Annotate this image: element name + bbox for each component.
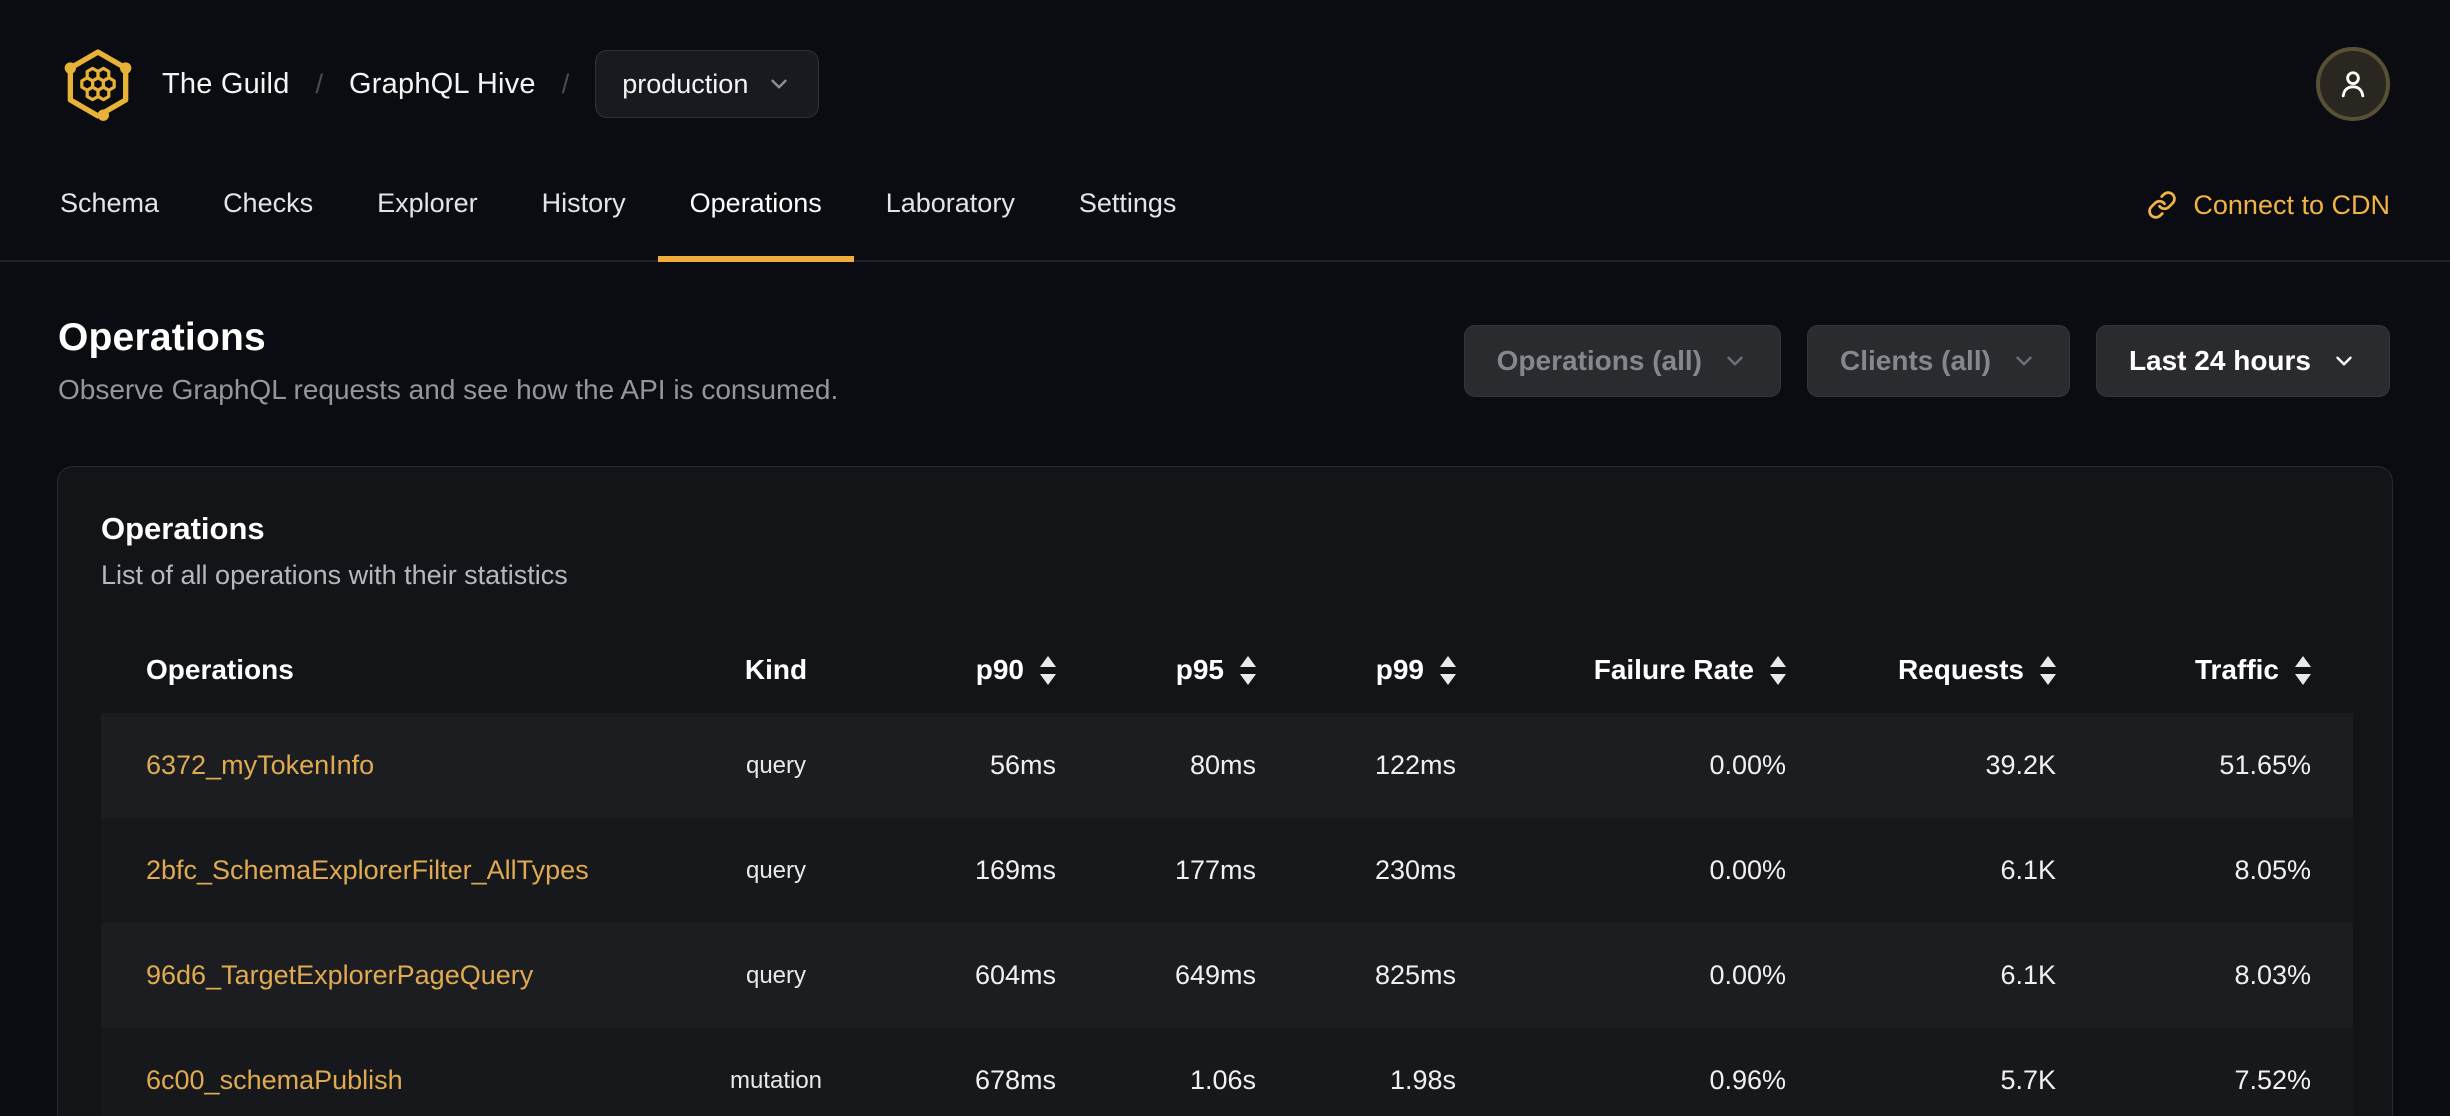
traffic-cell: 7.52% — [2234, 1065, 2311, 1095]
table-row: 2bfc_SchemaExplorerFilter_AllTypes query… — [101, 818, 2353, 923]
kind-cell: mutation — [729, 1066, 823, 1094]
p90-cell: 678ms — [974, 1065, 1056, 1095]
traffic-cell: 8.05% — [2234, 855, 2311, 885]
connect-to-cdn-link[interactable]: Connect to CDN — [2147, 190, 2390, 221]
column-header-p99[interactable]: p99 — [1256, 627, 1456, 713]
card-title: Operations — [101, 511, 265, 546]
sort-arrows-icon[interactable] — [1770, 655, 1786, 685]
sort-arrows-icon[interactable] — [1440, 655, 1456, 685]
operations-card: Operations List of all operations with t… — [57, 466, 2393, 1116]
table-row: 6372_myTokenInfo query 56ms 80ms 122ms 0… — [101, 713, 2353, 818]
tab-laboratory[interactable]: Laboratory — [854, 150, 1047, 262]
operations-filter-dropdown[interactable]: Operations (all) — [1463, 325, 1782, 397]
breadcrumb: The Guild / GraphQL Hive / production — [162, 50, 820, 118]
column-header-requests[interactable]: Requests — [1786, 627, 2056, 713]
target-select[interactable]: production — [595, 50, 820, 118]
column-header-kind: Kind — [744, 654, 808, 685]
page-subtitle: Observe GraphQL requests and see how the… — [58, 374, 839, 405]
chevron-down-icon — [2016, 356, 2032, 366]
breadcrumb-org-link[interactable]: The Guild — [162, 68, 290, 101]
tab-operations[interactable]: Operations — [657, 150, 854, 262]
p99-cell: 1.98s — [1389, 1065, 1456, 1095]
table-row: 6c00_schemaPublish mutation 678ms 1.06s … — [101, 1028, 2353, 1116]
p95-cell: 649ms — [1174, 960, 1256, 990]
sort-arrows-icon[interactable] — [1040, 655, 1056, 685]
p99-cell: 122ms — [1374, 750, 1456, 780]
p90-cell: 56ms — [989, 750, 1056, 780]
filter-bar: Operations (all) Clients (all) Last 24 h… — [1463, 325, 2390, 397]
tab-explorer[interactable]: Explorer — [345, 150, 510, 262]
page-head: Operations Observe GraphQL requests and … — [0, 262, 2450, 406]
breadcrumb-separator: / — [561, 68, 570, 99]
column-header-operations: Operations — [146, 654, 294, 685]
failure-rate-cell: 0.96% — [1709, 1065, 1786, 1095]
column-header-p90[interactable]: p90 — [891, 627, 1056, 713]
hive-logo-icon[interactable] — [60, 46, 136, 122]
column-header-failure-rate[interactable]: Failure Rate — [1456, 627, 1786, 713]
period-filter-dropdown[interactable]: Last 24 hours — [2095, 325, 2390, 397]
clients-filter-dropdown[interactable]: Clients (all) — [1807, 325, 2070, 397]
main-nav: Schema Checks Explorer History Operation… — [0, 150, 2450, 262]
requests-cell: 6.1K — [2000, 855, 2056, 885]
tab-history[interactable]: History — [510, 150, 658, 262]
p95-cell: 1.06s — [1189, 1065, 1256, 1095]
operations-page: Operations Observe GraphQL requests and … — [0, 262, 2450, 1116]
table-header-row: Operations Kind p90 p95 p99 Failure Rate… — [101, 627, 2353, 713]
sort-arrows-icon[interactable] — [2040, 655, 2056, 685]
p90-cell: 604ms — [974, 960, 1056, 990]
tab-checks[interactable]: Checks — [191, 150, 345, 262]
tab-schema[interactable]: Schema — [28, 150, 191, 262]
chevron-down-icon — [1727, 356, 1743, 366]
tab-settings[interactable]: Settings — [1047, 150, 1209, 262]
requests-cell: 6.1K — [2000, 960, 2056, 990]
operations-filter-label: Operations (all) — [1496, 345, 1703, 376]
user-menu-button[interactable] — [2316, 47, 2390, 121]
traffic-cell: 8.03% — [2234, 960, 2311, 990]
breadcrumb-project-link[interactable]: GraphQL Hive — [349, 68, 536, 101]
failure-rate-cell: 0.00% — [1709, 855, 1786, 885]
kind-cell: query — [745, 751, 807, 779]
page-title: Operations — [58, 316, 266, 359]
operation-link[interactable]: 6c00_schemaPublish — [146, 1065, 403, 1095]
breadcrumb-separator: / — [315, 68, 324, 99]
p95-cell: 177ms — [1174, 855, 1256, 885]
sort-arrows-icon[interactable] — [1240, 655, 1256, 685]
p99-cell: 825ms — [1374, 960, 1456, 990]
operations-table: Operations Kind p90 p95 p99 Failure Rate… — [101, 627, 2353, 1116]
user-icon — [2341, 71, 2365, 98]
chevron-down-icon — [2336, 356, 2352, 366]
table-row: 96d6_TargetExplorerPageQuery query 604ms… — [101, 923, 2353, 1028]
requests-cell: 39.2K — [1985, 750, 2056, 780]
p90-cell: 169ms — [974, 855, 1056, 885]
failure-rate-cell: 0.00% — [1709, 750, 1786, 780]
requests-cell: 5.7K — [2000, 1065, 2056, 1095]
column-header-p95[interactable]: p95 — [1056, 627, 1256, 713]
target-select-value: production — [622, 68, 749, 99]
connect-to-cdn-label: Connect to CDN — [2193, 189, 2390, 220]
kind-cell: query — [745, 961, 807, 989]
app-header: The Guild / GraphQL Hive / production Sc… — [0, 0, 2450, 262]
kind-cell: query — [745, 856, 807, 884]
column-header-traffic[interactable]: Traffic — [2056, 627, 2353, 713]
chevron-down-icon — [771, 79, 788, 89]
sort-arrows-icon[interactable] — [2295, 655, 2311, 685]
operation-link[interactable]: 2bfc_SchemaExplorerFilter_AllTypes — [146, 855, 589, 885]
clients-filter-label: Clients (all) — [1840, 345, 1991, 376]
page-head-text: Operations Observe GraphQL requests and … — [58, 316, 838, 406]
link-icon — [2148, 191, 2177, 219]
period-filter-label: Last 24 hours — [2128, 345, 2311, 376]
p95-cell: 80ms — [1189, 750, 1256, 780]
operation-link[interactable]: 6372_myTokenInfo — [146, 750, 374, 780]
failure-rate-cell: 0.00% — [1709, 960, 1786, 990]
traffic-cell: 51.65% — [2219, 750, 2311, 780]
header-top-row: The Guild / GraphQL Hive / production — [0, 0, 2450, 150]
p99-cell: 230ms — [1374, 855, 1456, 885]
operation-link[interactable]: 96d6_TargetExplorerPageQuery — [146, 960, 533, 990]
card-subtitle: List of all operations with their statis… — [101, 560, 568, 590]
